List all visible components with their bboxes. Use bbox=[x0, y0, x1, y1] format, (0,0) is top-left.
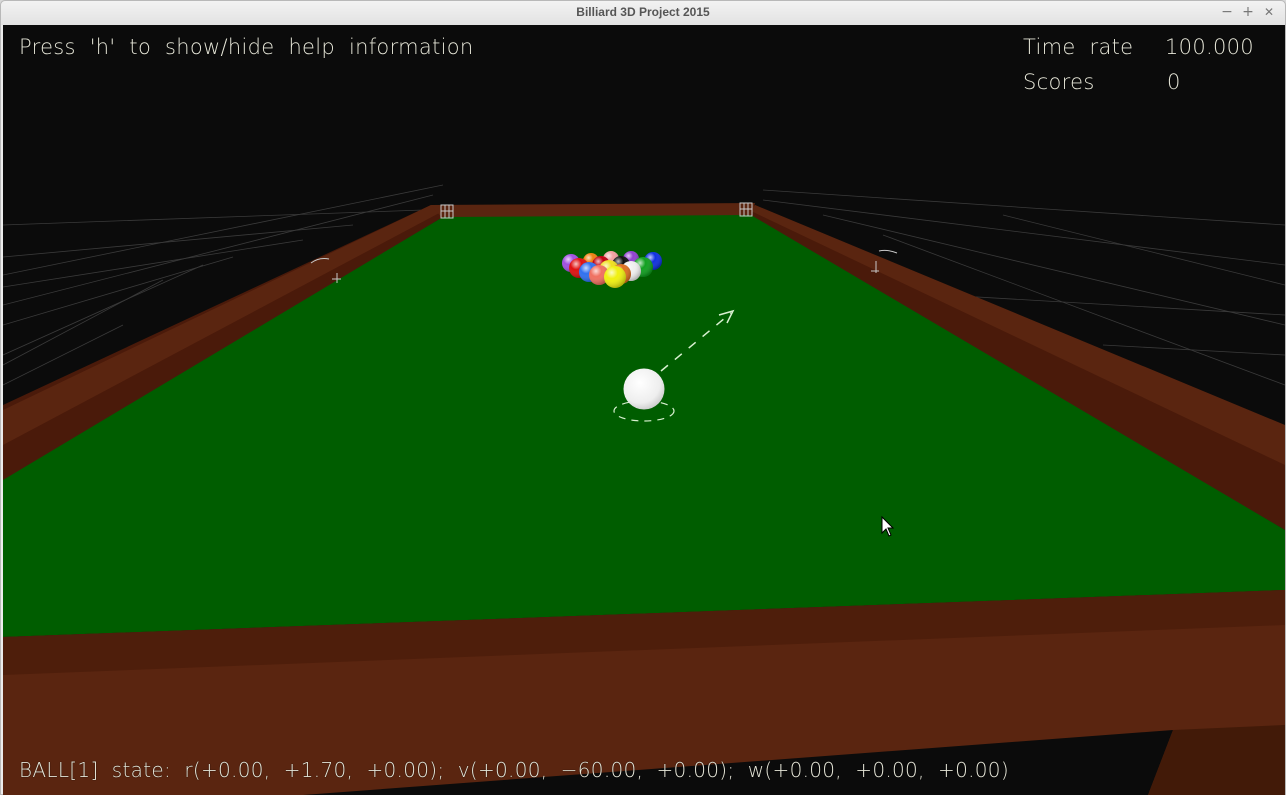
scores-label: Scores bbox=[1023, 70, 1095, 94]
grid-line bbox=[1102, 344, 1285, 356]
time-rate-label: Time rate bbox=[1023, 35, 1134, 59]
grid-line bbox=[3, 239, 304, 288]
game-viewport[interactable]: Press 'h' to show/hide help information … bbox=[3, 25, 1285, 795]
title-bar[interactable]: Billiard 3D Project 2015 − + ✕ bbox=[1, 1, 1285, 25]
object-ball-shine bbox=[604, 266, 626, 288]
grid-line bbox=[1002, 214, 1285, 286]
scores-value: 0 bbox=[1167, 70, 1181, 94]
table-cloth[interactable] bbox=[3, 215, 1285, 637]
ball-state-readout: BALL[1] state: r(+0.00, +1.70, +0.00); v… bbox=[19, 758, 1009, 782]
time-rate-value: 100.000 bbox=[1165, 35, 1254, 59]
grid-line bbox=[3, 209, 424, 226]
help-hint: Press 'h' to show/hide help information bbox=[19, 35, 474, 59]
app-window: Billiard 3D Project 2015 − + ✕ Press 'h'… bbox=[0, 0, 1286, 795]
window-title: Billiard 3D Project 2015 bbox=[576, 5, 710, 19]
close-button[interactable]: ✕ bbox=[1261, 4, 1277, 20]
cue-ball[interactable] bbox=[623, 368, 665, 410]
scene-3d[interactable] bbox=[3, 25, 1285, 795]
grid-line bbox=[3, 224, 354, 258]
maximize-button[interactable]: + bbox=[1240, 4, 1256, 20]
minimize-button[interactable]: − bbox=[1219, 4, 1235, 20]
